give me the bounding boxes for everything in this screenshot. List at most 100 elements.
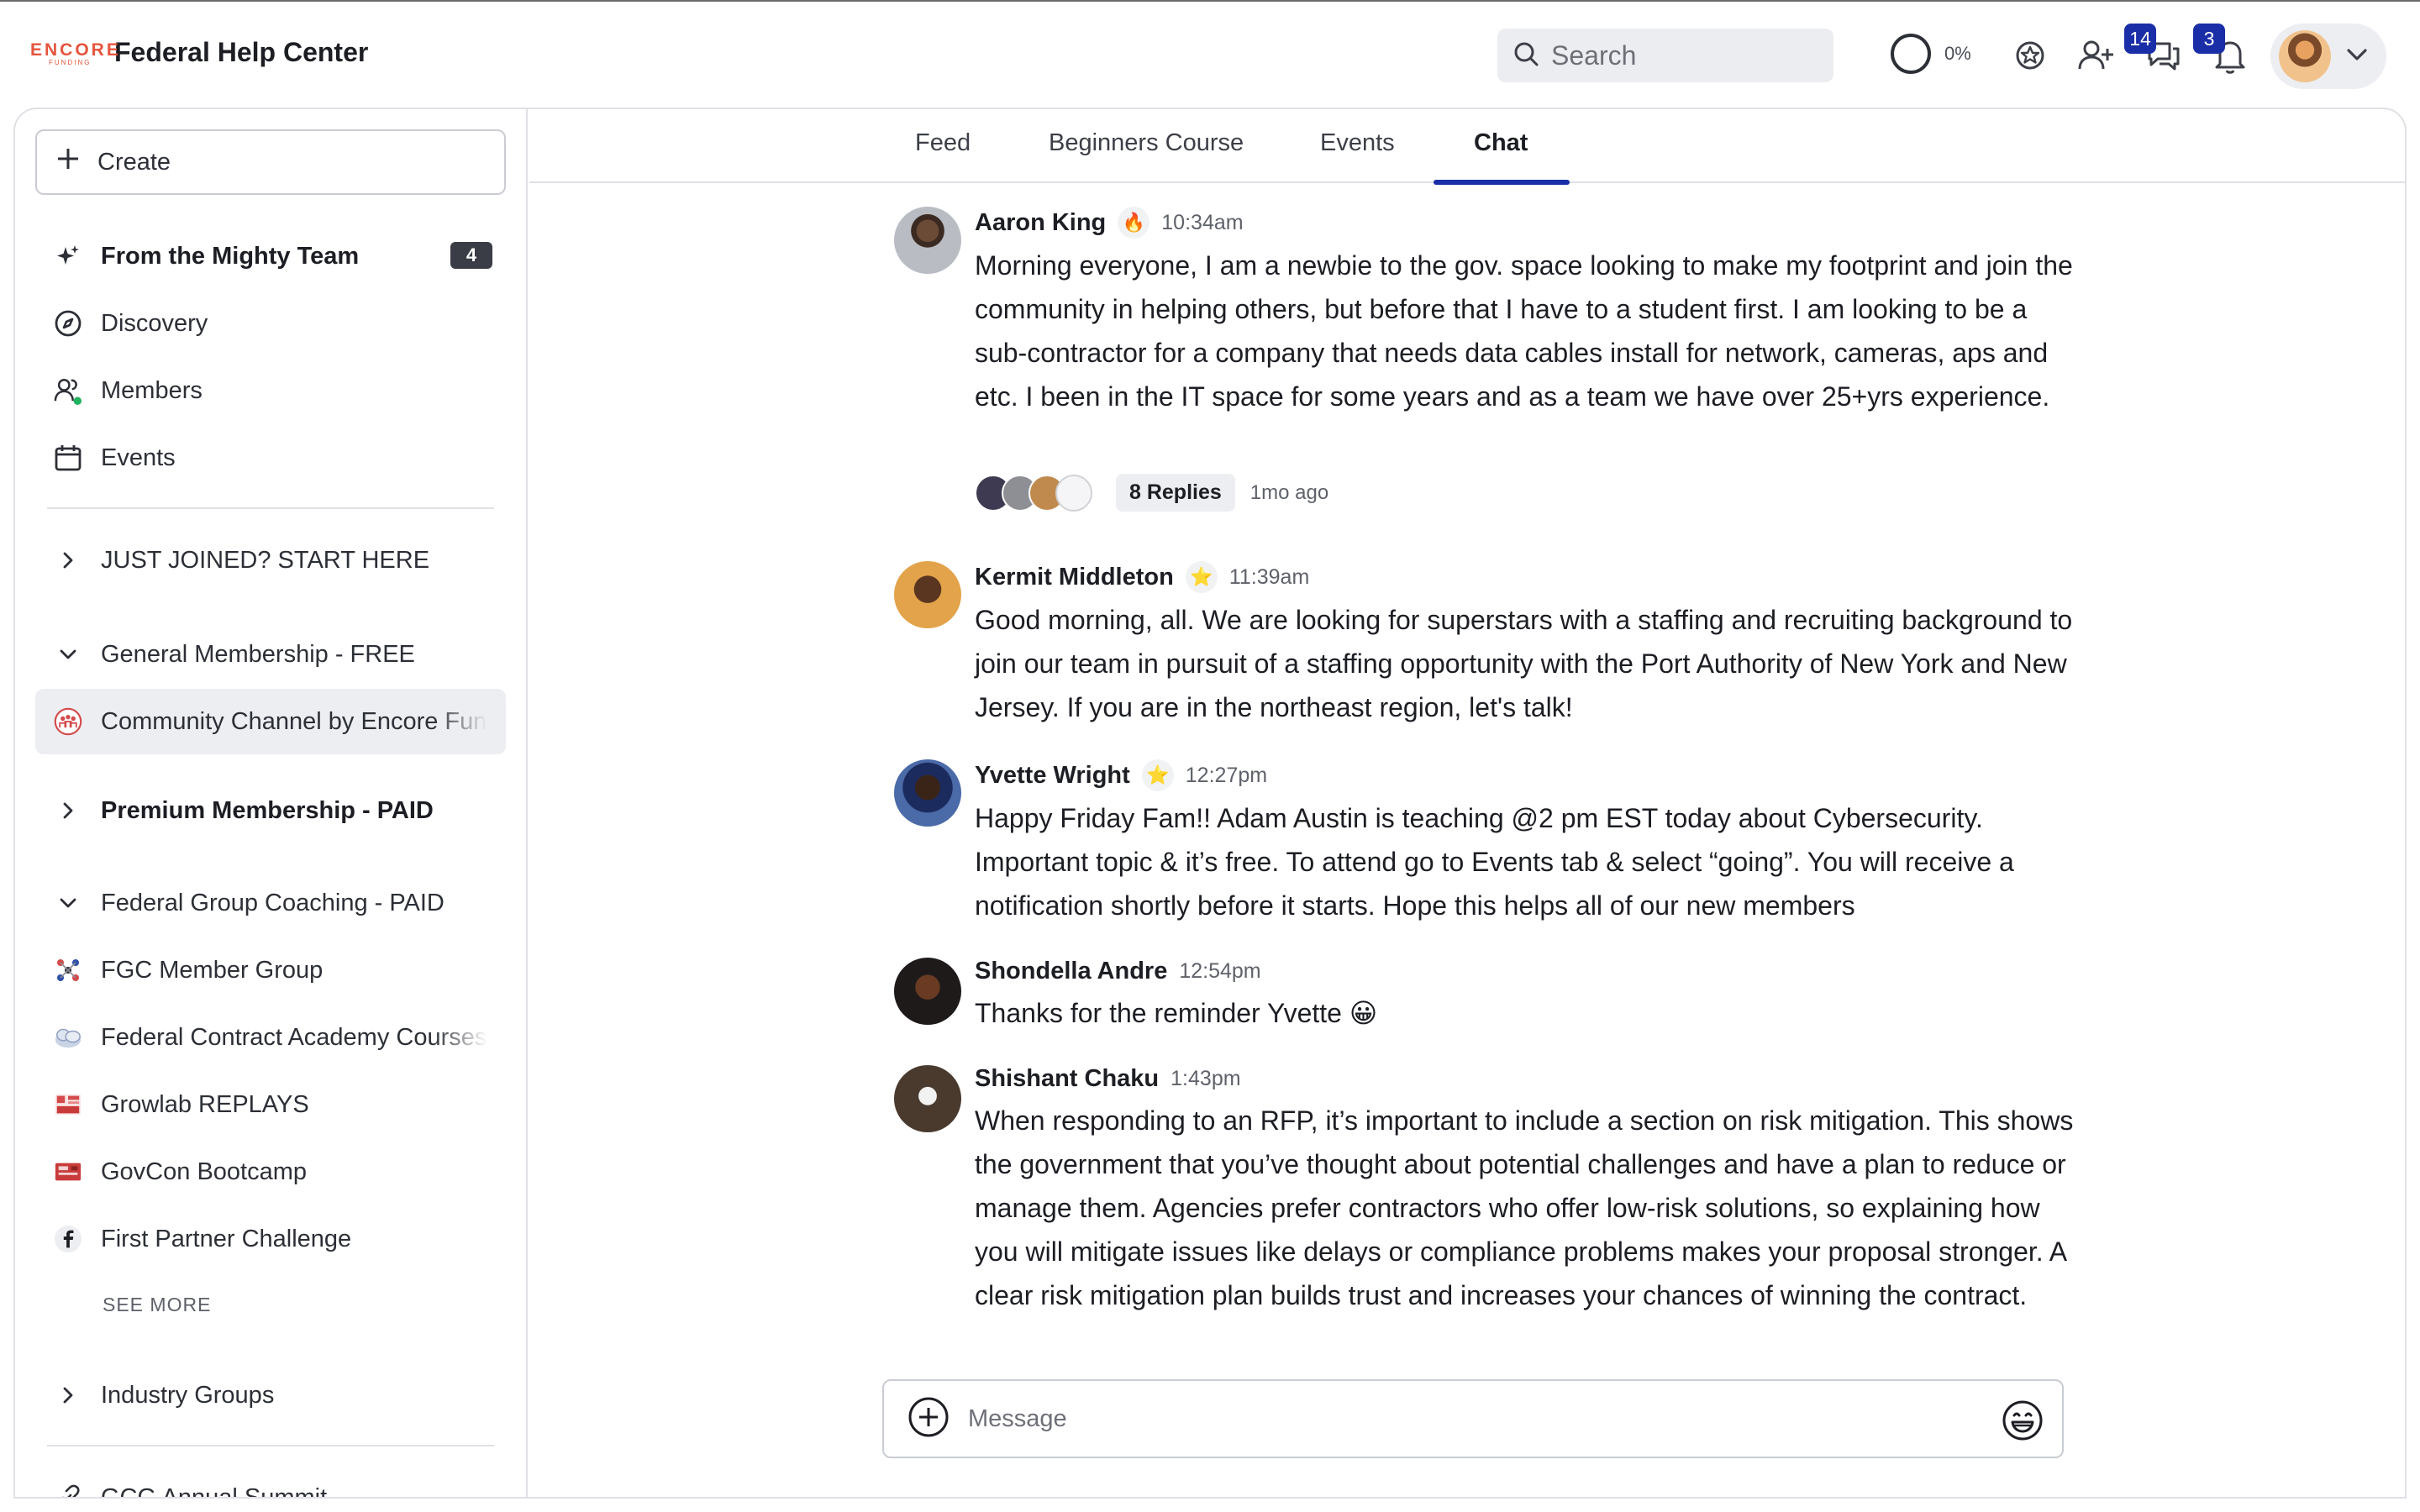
search-box[interactable] (1497, 29, 1833, 82)
group-label: Industry Groups (101, 1381, 275, 1409)
tab-beginners-course[interactable]: Beginners Course (1049, 129, 1244, 183)
brand[interactable]: ENCORE FUNDING Federal Help Center (30, 37, 368, 68)
tab-chat[interactable]: Chat (1474, 129, 1528, 183)
profile-menu[interactable] (2270, 24, 2386, 89)
brand-logo-text: ENCORE (30, 39, 121, 60)
reply-age: 1mo ago (1249, 480, 1329, 504)
message-time: 1:43pm (1171, 1067, 1241, 1090)
add-attachment-icon[interactable] (908, 1396, 950, 1442)
sidebar-item-events[interactable]: Events (35, 425, 506, 491)
star-badge-icon: ⭐ (1185, 561, 1218, 593)
message-author[interactable]: Aaron King (975, 209, 1106, 237)
link-icon (54, 1483, 82, 1497)
invite-member-icon[interactable] (2075, 35, 2116, 76)
sidebar-item-mighty-team[interactable]: From the Mighty Team 4 (35, 223, 506, 289)
message-text: Thanks for the reminder Yvette 😀 (975, 998, 1378, 1028)
group-label: Premium Membership - PAID (101, 796, 434, 824)
see-more-link[interactable]: SEE MORE (103, 1294, 211, 1316)
notifications-badge: 3 (2193, 24, 2225, 54)
message-text: Good morning, all. We are looking for su… (975, 605, 2073, 722)
progress-ring (1891, 34, 1931, 74)
messages-badge: 14 (2124, 24, 2156, 54)
group-industry-groups[interactable]: Industry Groups (35, 1362, 506, 1428)
avatar[interactable] (894, 207, 961, 274)
sidebar-divider (47, 507, 494, 509)
chevron-right-icon (54, 1381, 82, 1410)
avatar (1055, 474, 1092, 512)
avatar[interactable] (894, 1065, 961, 1132)
thread-replies[interactable]: 8 Replies 1mo ago (975, 474, 1328, 512)
group-general-membership[interactable]: General Membership - FREE (35, 622, 506, 687)
star-badge-icon: ⭐ (1141, 759, 1174, 791)
avatar[interactable] (894, 958, 961, 1025)
message-author[interactable]: Yvette Wright (975, 762, 1130, 790)
sidebar-divider (47, 1445, 494, 1446)
channel-gcg-annual-summit[interactable]: GCG Annual Summit (35, 1465, 506, 1497)
channel-fgc-member-group[interactable]: FGC Member Group (35, 937, 506, 1003)
space-tabs: Feed Beginners Course Events Chat (529, 109, 2405, 185)
tab-events[interactable]: Events (1320, 129, 1395, 183)
message-time: 12:54pm (1179, 959, 1261, 983)
brand-logo-subtext: FUNDING (49, 58, 92, 66)
group-just-joined[interactable]: JUST JOINED? START HERE (35, 528, 506, 593)
sparkle-icon (54, 242, 82, 270)
active-tab-indicator (1434, 180, 1570, 185)
reply-count-button[interactable]: 8 Replies (1116, 474, 1235, 512)
onboarding-progress[interactable]: 0% (1891, 34, 1971, 74)
message-time: 11:39am (1228, 564, 1310, 589)
fgc-group-icon (54, 956, 82, 984)
message-input[interactable] (968, 1404, 1976, 1433)
avatar[interactable] (894, 759, 961, 827)
avatar[interactable] (894, 561, 961, 628)
chevron-right-icon (54, 796, 82, 825)
bootcamp-icon (54, 1158, 82, 1186)
reply-avatars (975, 474, 1092, 512)
group-label: Federal Group Coaching - PAID (101, 889, 445, 916)
channel-community-channel[interactable]: Community Channel by Encore Funding (35, 689, 506, 754)
leaderboard-icon[interactable] (2010, 35, 2050, 76)
create-button[interactable]: Create (35, 129, 506, 195)
group-label: JUST JOINED? START HERE (101, 546, 430, 574)
community-channel-icon (54, 707, 82, 736)
notifications-icon[interactable]: 3 (2193, 24, 2250, 76)
messages-icon[interactable]: 14 (2124, 24, 2183, 76)
unread-count-badge: 4 (450, 242, 492, 269)
emoji-picker-icon[interactable] (2002, 1399, 2044, 1446)
sidebar-item-members[interactable]: Members (35, 358, 506, 423)
message-author[interactable]: Shishant Chaku (975, 1065, 1159, 1093)
channel-federal-contract-academy[interactable]: Federal Contract Academy Courses (35, 1005, 506, 1070)
channel-label: Federal Contract Academy Courses (101, 1023, 487, 1051)
user-avatar (2279, 30, 2331, 82)
fire-badge-icon: 🔥 (1118, 207, 1150, 239)
message-author[interactable]: Kermit Middleton (975, 564, 1174, 591)
top-bar: ENCORE FUNDING Federal Help Center 0% 14… (0, 0, 2420, 108)
members-icon (54, 376, 82, 405)
sidebar-item-discovery[interactable]: Discovery (35, 291, 506, 356)
calendar-icon (54, 444, 82, 472)
group-federal-group-coaching[interactable]: Federal Group Coaching - PAID (35, 870, 506, 936)
message-composer (882, 1379, 2064, 1458)
progress-percent: 0% (1944, 43, 1971, 64)
chevron-right-icon (54, 546, 82, 575)
facebook-icon (54, 1225, 82, 1253)
chevron-down-icon (54, 889, 82, 917)
message-text: Morning everyone, I am a newbie to the g… (975, 250, 2073, 412)
message-time: 10:34am (1161, 210, 1244, 234)
channel-label: GCG Annual Summit (101, 1484, 327, 1498)
chevron-down-icon (2346, 48, 2368, 66)
channel-label: GovCon Bootcamp (101, 1158, 308, 1185)
sidebar-item-label: From the Mighty Team (101, 242, 360, 270)
channel-growlab-replays[interactable]: Growlab REPLAYS (35, 1072, 506, 1137)
group-premium-membership[interactable]: Premium Membership - PAID (35, 778, 506, 843)
tab-feed[interactable]: Feed (915, 129, 971, 183)
channel-label: FGC Member Group (101, 956, 324, 984)
message-author[interactable]: Shondella Andre (975, 958, 1167, 985)
sidebar-item-label: Members (101, 376, 203, 404)
channel-govcon-bootcamp[interactable]: GovCon Bootcamp (35, 1139, 506, 1205)
sidebar-item-label: Discovery (101, 309, 208, 337)
sidebar-item-label: Events (101, 444, 176, 471)
group-label: General Membership - FREE (101, 640, 415, 668)
search-input[interactable] (1551, 39, 1803, 71)
channel-first-partner-challenge[interactable]: First Partner Challenge (35, 1206, 506, 1272)
message-time: 12:27pm (1185, 763, 1268, 787)
